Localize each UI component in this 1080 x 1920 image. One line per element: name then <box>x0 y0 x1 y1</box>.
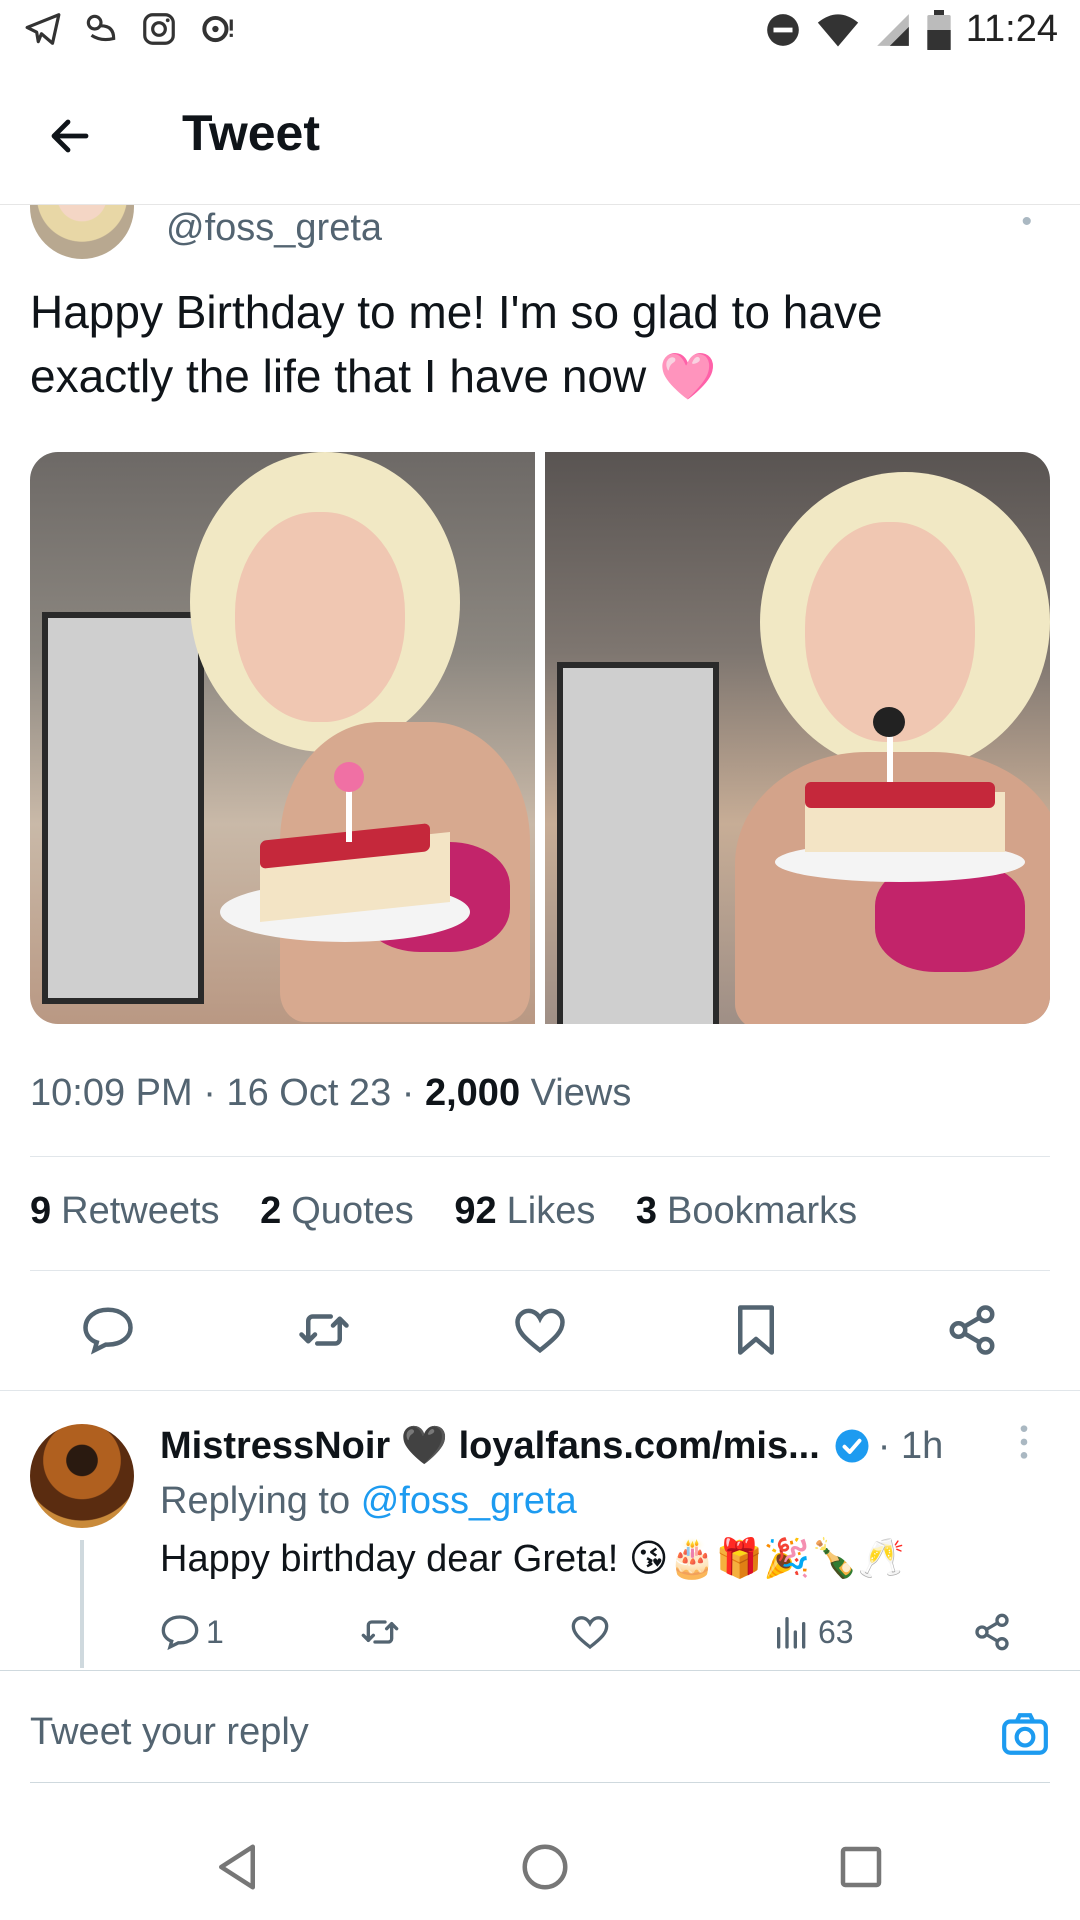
reply-author-name[interactable]: MistressNoir 🖤 loyalfans.com/mis... <box>160 1424 820 1468</box>
reply-time: · 1h <box>877 1424 944 1467</box>
cake-shape <box>775 762 1045 892</box>
views-label: Views <box>530 1072 632 1114</box>
bookmark-icon <box>738 1305 774 1355</box>
tweet-stats: 9 Retweets 2 Quotes 92 Likes 3 Bookmarks <box>30 1190 887 1233</box>
nav-back-icon[interactable] <box>210 1840 264 1894</box>
camera-icon[interactable] <box>1000 1709 1050 1759</box>
bird-app-icon <box>86 14 116 42</box>
like-button[interactable] <box>512 1302 568 1358</box>
tweet-time: 10:09 PM <box>30 1072 193 1114</box>
cake-shape <box>220 812 490 952</box>
divider <box>30 1270 1050 1271</box>
arrow-left-icon <box>51 119 89 153</box>
photo-2[interactable] <box>545 452 1050 1024</box>
avatar[interactable] <box>30 205 134 259</box>
author-handle[interactable]: @foss_greta <box>166 207 382 250</box>
photo-1[interactable] <box>30 452 535 1024</box>
chat-bubble-icon <box>202 15 233 43</box>
reply-action-bar: 1 63 <box>160 1612 1020 1662</box>
analytics-icon <box>777 1617 806 1649</box>
top-app-bar: Tweet <box>0 64 1080 205</box>
quotes-stat[interactable]: 2 Quotes <box>260 1190 414 1232</box>
candle-topper-shape <box>334 762 364 792</box>
reply-views-button[interactable]: 63 <box>772 1612 854 1652</box>
telegram-icon <box>25 13 61 45</box>
nav-home-icon[interactable] <box>518 1840 572 1894</box>
reply-composer[interactable]: Tweet your reply <box>0 1670 1080 1781</box>
tweet-meta: 10:09 PM · 16 Oct 23 · 2,000 Views <box>30 1072 631 1115</box>
avatar[interactable] <box>30 1424 134 1528</box>
tweet-author: @foss_greta • <box>0 205 1080 265</box>
status-time: 11:24 <box>965 8 1058 50</box>
tweet-action-bar <box>0 1290 1080 1370</box>
cell-signal-icon <box>876 13 909 46</box>
tweet-media[interactable] <box>30 452 1050 1024</box>
reply-like-button[interactable] <box>570 1612 610 1652</box>
reply-count: 1 <box>206 1613 224 1650</box>
reply-share-button[interactable] <box>972 1612 1012 1652</box>
reply-button[interactable] <box>80 1302 136 1358</box>
reply-input[interactable]: Tweet your reply <box>30 1711 309 1754</box>
candle-topper-shape <box>873 707 905 737</box>
share-icon <box>949 1305 995 1355</box>
likes-stat[interactable]: 92 Likes <box>454 1190 595 1232</box>
reply-text: Happy birthday dear Greta! 😘🎂🎁🎉🍾🥂 <box>160 1538 906 1580</box>
share-button[interactable] <box>944 1302 1000 1358</box>
tweet-text: Happy Birthday to me! I'm so glad to hav… <box>30 286 883 402</box>
replying-to-handle[interactable]: @foss_greta <box>361 1480 577 1522</box>
more-options-icon[interactable] <box>1014 1422 1034 1462</box>
bookmark-button[interactable] <box>728 1302 784 1358</box>
share-icon <box>975 1613 1009 1651</box>
meta-separator: · <box>401 1072 425 1114</box>
reply-header: MistressNoir 🖤 loyalfans.com/mis... · 1h <box>160 1424 943 1468</box>
reply-tweet[interactable]: MistressNoir 🖤 loyalfans.com/mis... · 1h… <box>0 1392 1080 1668</box>
do-not-disturb-icon <box>766 13 799 46</box>
face-shape <box>235 512 405 722</box>
mirror-shape <box>557 662 719 1024</box>
retweet-button[interactable] <box>296 1302 352 1358</box>
page-title: Tweet <box>182 105 320 161</box>
retweet-icon <box>299 1314 349 1346</box>
tweet-date: 16 Oct 23 <box>226 1072 392 1114</box>
reply-icon <box>83 1307 133 1355</box>
instagram-icon <box>143 13 175 45</box>
mirror-shape <box>42 612 204 1004</box>
verified-badge-icon <box>835 1429 869 1463</box>
retweets-stat[interactable]: 9 Retweets <box>30 1190 220 1232</box>
status-bar: 11:24 <box>0 0 1080 62</box>
retweet-icon <box>361 1620 399 1644</box>
replying-to: Replying to @foss_greta <box>160 1480 577 1523</box>
heart-icon <box>571 1616 609 1650</box>
divider <box>0 1390 1080 1391</box>
replying-to-prefix: Replying to <box>160 1480 351 1522</box>
reply-retweet-button[interactable] <box>360 1612 400 1652</box>
divider <box>30 1156 1050 1157</box>
battery-icon <box>927 9 951 50</box>
system-nav-bar <box>0 1810 1080 1920</box>
nav-recents-icon[interactable] <box>834 1840 888 1894</box>
more-options-icon[interactable]: • <box>1021 205 1032 239</box>
meta-separator: · <box>203 1072 227 1114</box>
thread-line <box>80 1540 84 1668</box>
reply-views-count: 63 <box>818 1613 854 1650</box>
heart-icon <box>515 1308 565 1354</box>
reply-icon <box>161 1615 199 1651</box>
back-button[interactable] <box>40 106 100 166</box>
bookmarks-stat[interactable]: 3 Bookmarks <box>636 1190 857 1232</box>
divider <box>30 1782 1050 1783</box>
views-count: 2,000 <box>424 1072 521 1114</box>
reply-reply-button[interactable]: 1 <box>160 1612 224 1652</box>
wifi-icon <box>817 13 858 46</box>
